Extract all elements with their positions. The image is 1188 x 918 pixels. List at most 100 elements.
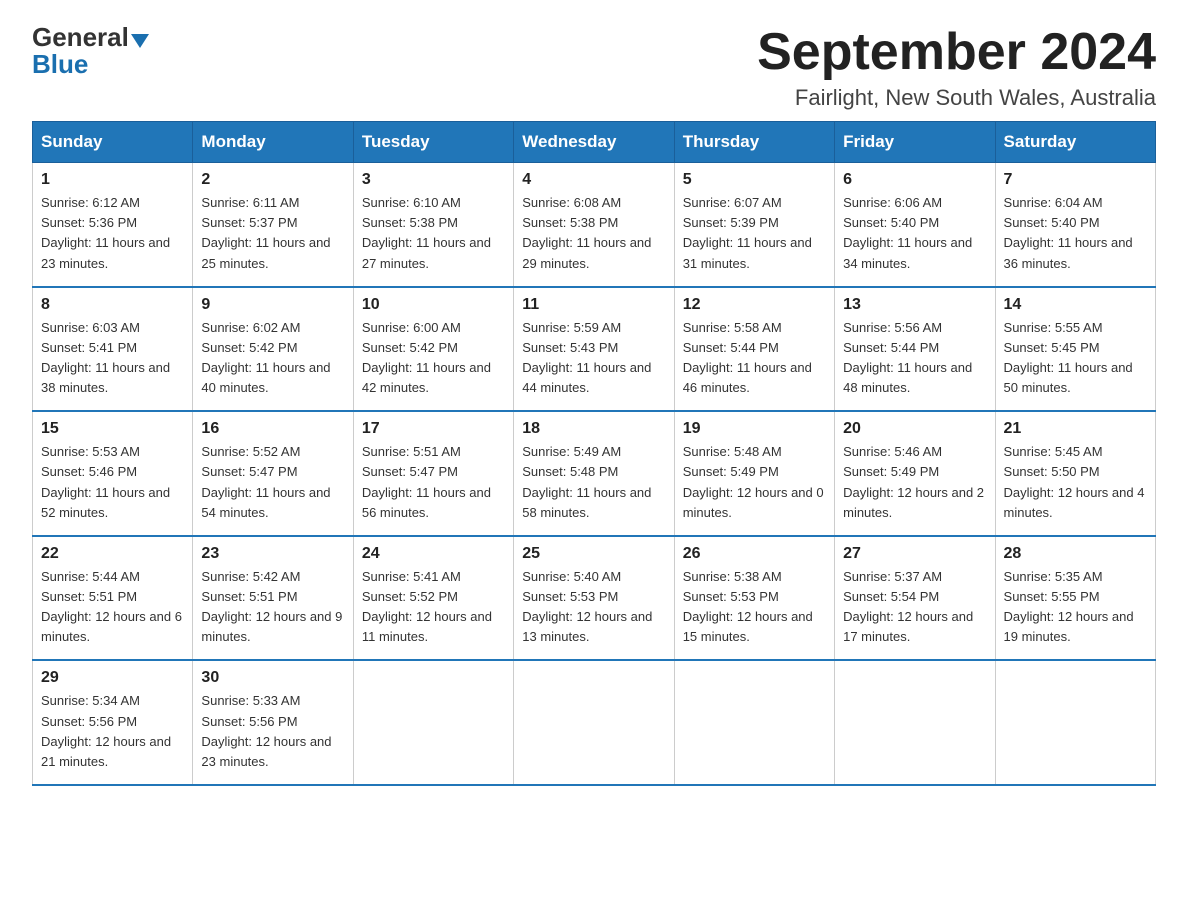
day-number: 7 <box>1004 171 1147 189</box>
day-info: Sunrise: 5:56 AMSunset: 5:44 PMDaylight:… <box>843 318 986 399</box>
day-info: Sunrise: 5:59 AMSunset: 5:43 PMDaylight:… <box>522 318 665 399</box>
calendar-day-cell <box>835 660 995 785</box>
day-number: 23 <box>201 545 344 563</box>
day-info: Sunrise: 5:38 AMSunset: 5:53 PMDaylight:… <box>683 567 826 648</box>
calendar-day-cell: 19 Sunrise: 5:48 AMSunset: 5:49 PMDayligh… <box>674 411 834 536</box>
calendar-day-cell: 28 Sunrise: 5:35 AMSunset: 5:55 PMDayligh… <box>995 536 1155 661</box>
day-info: Sunrise: 6:00 AMSunset: 5:42 PMDaylight:… <box>362 318 505 399</box>
calendar-day-cell: 13 Sunrise: 5:56 AMSunset: 5:44 PMDayligh… <box>835 287 995 412</box>
logo: General Blue <box>32 24 149 77</box>
day-number: 24 <box>362 545 505 563</box>
calendar-day-cell: 14 Sunrise: 5:55 AMSunset: 5:45 PMDayligh… <box>995 287 1155 412</box>
calendar-week-row: 15 Sunrise: 5:53 AMSunset: 5:46 PMDayligh… <box>33 411 1156 536</box>
day-number: 15 <box>41 420 184 438</box>
day-number: 10 <box>362 296 505 314</box>
day-number: 26 <box>683 545 826 563</box>
location-title: Fairlight, New South Wales, Australia <box>757 85 1156 111</box>
day-number: 21 <box>1004 420 1147 438</box>
day-info: Sunrise: 6:02 AMSunset: 5:42 PMDaylight:… <box>201 318 344 399</box>
day-number: 5 <box>683 171 826 189</box>
weekday-header-sunday: Sunday <box>33 122 193 163</box>
day-info: Sunrise: 5:53 AMSunset: 5:46 PMDaylight:… <box>41 442 184 523</box>
day-info: Sunrise: 5:37 AMSunset: 5:54 PMDaylight:… <box>843 567 986 648</box>
calendar-day-cell: 26 Sunrise: 5:38 AMSunset: 5:53 PMDayligh… <box>674 536 834 661</box>
day-number: 14 <box>1004 296 1147 314</box>
calendar-day-cell: 6 Sunrise: 6:06 AMSunset: 5:40 PMDaylight… <box>835 163 995 287</box>
day-number: 18 <box>522 420 665 438</box>
calendar-day-cell <box>674 660 834 785</box>
day-info: Sunrise: 5:45 AMSunset: 5:50 PMDaylight:… <box>1004 442 1147 523</box>
day-info: Sunrise: 5:52 AMSunset: 5:47 PMDaylight:… <box>201 442 344 523</box>
calendar-day-cell: 25Sunrise: 5:40 AMSunset: 5:53 PMDayligh… <box>514 536 674 661</box>
calendar-day-cell: 29Sunrise: 5:34 AMSunset: 5:56 PMDayligh… <box>33 660 193 785</box>
day-info: Sunrise: 5:55 AMSunset: 5:45 PMDaylight:… <box>1004 318 1147 399</box>
day-number: 3 <box>362 171 505 189</box>
day-info: Sunrise: 5:35 AMSunset: 5:55 PMDaylight:… <box>1004 567 1147 648</box>
weekday-header-wednesday: Wednesday <box>514 122 674 163</box>
day-number: 22 <box>41 545 184 563</box>
weekday-header-saturday: Saturday <box>995 122 1155 163</box>
calendar-day-cell: 20 Sunrise: 5:46 AMSunset: 5:49 PMDayligh… <box>835 411 995 536</box>
logo-triangle-icon <box>131 34 149 48</box>
calendar-day-cell: 17 Sunrise: 5:51 AMSunset: 5:47 PMDayligh… <box>353 411 513 536</box>
day-number: 17 <box>362 420 505 438</box>
calendar-day-cell: 24 Sunrise: 5:41 AMSunset: 5:52 PMDayligh… <box>353 536 513 661</box>
day-number: 27 <box>843 545 986 563</box>
calendar-day-cell: 11 Sunrise: 5:59 AMSunset: 5:43 PMDayligh… <box>514 287 674 412</box>
calendar-table: SundayMondayTuesdayWednesdayThursdayFrid… <box>32 121 1156 786</box>
calendar-day-cell: 8Sunrise: 6:03 AMSunset: 5:41 PMDaylight… <box>33 287 193 412</box>
day-number: 9 <box>201 296 344 314</box>
calendar-day-cell: 27 Sunrise: 5:37 AMSunset: 5:54 PMDayligh… <box>835 536 995 661</box>
calendar-day-cell: 10 Sunrise: 6:00 AMSunset: 5:42 PMDayligh… <box>353 287 513 412</box>
weekday-header-row: SundayMondayTuesdayWednesdayThursdayFrid… <box>33 122 1156 163</box>
day-number: 28 <box>1004 545 1147 563</box>
day-number: 19 <box>683 420 826 438</box>
calendar-day-cell: 5Sunrise: 6:07 AMSunset: 5:39 PMDaylight… <box>674 163 834 287</box>
day-info: Sunrise: 6:08 AMSunset: 5:38 PMDaylight:… <box>522 193 665 274</box>
calendar-day-cell: 2 Sunrise: 6:11 AMSunset: 5:37 PMDaylight… <box>193 163 353 287</box>
calendar-day-cell: 15 Sunrise: 5:53 AMSunset: 5:46 PMDayligh… <box>33 411 193 536</box>
calendar-day-cell: 18 Sunrise: 5:49 AMSunset: 5:48 PMDayligh… <box>514 411 674 536</box>
day-info: Sunrise: 5:49 AMSunset: 5:48 PMDaylight:… <box>522 442 665 523</box>
day-number: 8 <box>41 296 184 314</box>
page-header: General Blue September 2024 Fairlight, N… <box>32 24 1156 111</box>
day-info: Sunrise: 6:11 AMSunset: 5:37 PMDaylight:… <box>201 193 344 274</box>
calendar-day-cell: 30 Sunrise: 5:33 AMSunset: 5:56 PMDayligh… <box>193 660 353 785</box>
day-number: 30 <box>201 669 344 687</box>
day-number: 1 <box>41 171 184 189</box>
day-info: Sunrise: 5:48 AMSunset: 5:49 PMDaylight:… <box>683 442 826 523</box>
calendar-day-cell: 4 Sunrise: 6:08 AMSunset: 5:38 PMDaylight… <box>514 163 674 287</box>
day-number: 6 <box>843 171 986 189</box>
calendar-week-row: 1Sunrise: 6:12 AMSunset: 5:36 PMDaylight… <box>33 163 1156 287</box>
day-info: Sunrise: 5:58 AMSunset: 5:44 PMDaylight:… <box>683 318 826 399</box>
title-area: September 2024 Fairlight, New South Wale… <box>757 24 1156 111</box>
calendar-day-cell <box>995 660 1155 785</box>
calendar-week-row: 22 Sunrise: 5:44 AMSunset: 5:51 PMDayligh… <box>33 536 1156 661</box>
calendar-day-cell: 7Sunrise: 6:04 AMSunset: 5:40 PMDaylight… <box>995 163 1155 287</box>
day-number: 13 <box>843 296 986 314</box>
day-info: Sunrise: 5:33 AMSunset: 5:56 PMDaylight:… <box>201 691 344 772</box>
day-number: 11 <box>522 296 665 314</box>
calendar-day-cell: 9 Sunrise: 6:02 AMSunset: 5:42 PMDaylight… <box>193 287 353 412</box>
day-info: Sunrise: 5:40 AMSunset: 5:53 PMDaylight:… <box>522 567 665 648</box>
day-info: Sunrise: 5:41 AMSunset: 5:52 PMDaylight:… <box>362 567 505 648</box>
day-number: 4 <box>522 171 665 189</box>
day-info: Sunrise: 5:51 AMSunset: 5:47 PMDaylight:… <box>362 442 505 523</box>
day-info: Sunrise: 5:44 AMSunset: 5:51 PMDaylight:… <box>41 567 184 648</box>
calendar-week-row: 29Sunrise: 5:34 AMSunset: 5:56 PMDayligh… <box>33 660 1156 785</box>
day-info: Sunrise: 6:06 AMSunset: 5:40 PMDaylight:… <box>843 193 986 274</box>
day-number: 2 <box>201 171 344 189</box>
day-info: Sunrise: 5:46 AMSunset: 5:49 PMDaylight:… <box>843 442 986 523</box>
day-number: 29 <box>41 669 184 687</box>
day-number: 20 <box>843 420 986 438</box>
weekday-header-tuesday: Tuesday <box>353 122 513 163</box>
calendar-day-cell: 22 Sunrise: 5:44 AMSunset: 5:51 PMDayligh… <box>33 536 193 661</box>
month-title: September 2024 <box>757 24 1156 81</box>
weekday-header-thursday: Thursday <box>674 122 834 163</box>
logo-blue-text: Blue <box>32 51 88 77</box>
calendar-day-cell: 23Sunrise: 5:42 AMSunset: 5:51 PMDayligh… <box>193 536 353 661</box>
logo-general-text: General <box>32 22 129 52</box>
day-info: Sunrise: 6:10 AMSunset: 5:38 PMDaylight:… <box>362 193 505 274</box>
calendar-day-cell <box>514 660 674 785</box>
weekday-header-monday: Monday <box>193 122 353 163</box>
